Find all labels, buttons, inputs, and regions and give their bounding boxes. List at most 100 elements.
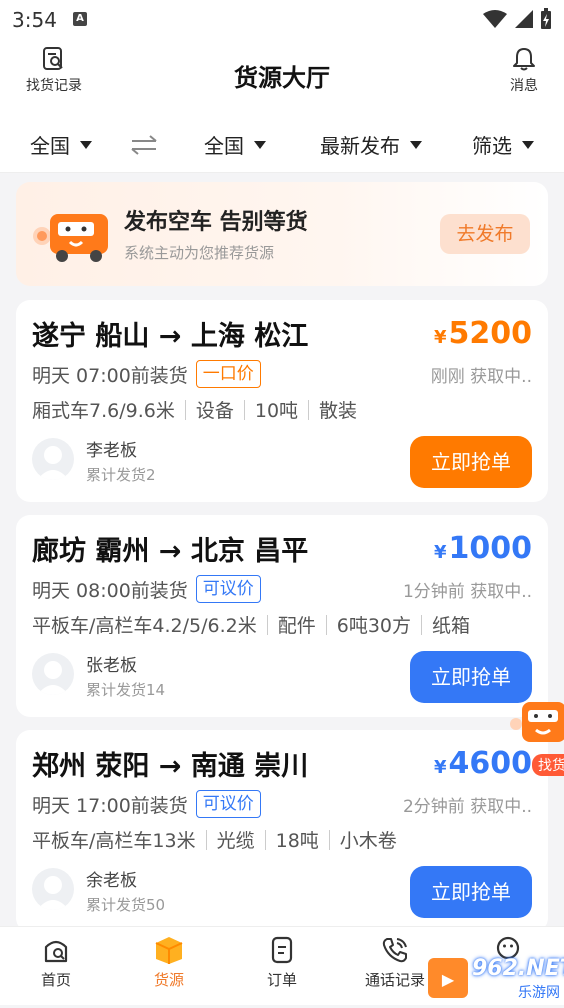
currency-symbol: ¥ bbox=[433, 327, 447, 348]
spec-vehicle: 厢式车7.6/9.6米 bbox=[32, 400, 175, 422]
route-text: 郑州 荥阳 → 南通 崇川 bbox=[32, 751, 309, 782]
route-text: 遂宁 船山 → 上海 松江 bbox=[32, 321, 309, 352]
cargo-specs: 平板车/高栏车4.2/5/6.2米 配件 6吨30方 纸箱 bbox=[32, 611, 470, 638]
page-title: 货源大厅 bbox=[234, 64, 330, 92]
truck-mascot-icon bbox=[33, 214, 108, 262]
filter-dropdown[interactable]: 筛选 bbox=[472, 130, 534, 159]
cargo-box-icon bbox=[155, 937, 183, 964]
caret-down-icon bbox=[522, 140, 534, 149]
spec-packing: 散装 bbox=[319, 400, 358, 422]
spec-packing: 纸箱 bbox=[432, 615, 471, 637]
spec-goods: 光缆 bbox=[216, 830, 255, 852]
to-region-label: 全国 bbox=[204, 134, 244, 158]
signal-icon bbox=[515, 10, 533, 28]
price: ¥1000 bbox=[434, 531, 532, 566]
price-value: 5200 bbox=[448, 316, 533, 351]
divider bbox=[266, 615, 268, 635]
tab-orders-label: 订单 bbox=[266, 971, 297, 989]
spec-vehicle: 平板车/高栏车4.2/5/6.2米 bbox=[32, 615, 257, 637]
price-type-tag: 一口价 bbox=[195, 360, 261, 388]
divider bbox=[184, 400, 186, 420]
avatar bbox=[32, 438, 74, 480]
avatar bbox=[32, 653, 74, 695]
cargo-card[interactable]: 郑州 荥阳 → 南通 崇川 ¥4600 明天 17:00前装货 可议价 2分钟前… bbox=[16, 730, 548, 932]
swap-icon[interactable] bbox=[130, 134, 158, 156]
divider bbox=[328, 830, 330, 850]
to-region-dropdown[interactable]: 全国 bbox=[204, 130, 266, 159]
divider bbox=[243, 400, 245, 420]
divider bbox=[325, 615, 327, 635]
shipment-count: 累计发货2 bbox=[86, 466, 156, 484]
cargo-card[interactable]: 廊坊 霸州 → 北京 昌平 ¥1000 明天 08:00前装货 可议价 1分钟前… bbox=[16, 515, 548, 717]
spec-vehicle: 平板车/高栏车13米 bbox=[32, 830, 196, 852]
truck-mascot-icon bbox=[510, 702, 564, 742]
currency-symbol: ¥ bbox=[433, 542, 447, 563]
load-time-row: 明天 17:00前装货 可议价 bbox=[32, 790, 261, 818]
load-time-row: 明天 07:00前装货 一口价 bbox=[32, 360, 261, 388]
cargo-card[interactable]: 遂宁 船山 → 上海 松江 ¥5200 明天 07:00前装货 一口价 刚刚 获… bbox=[16, 300, 548, 502]
owner-name: 张老板 bbox=[86, 656, 137, 676]
load-time: 明天 08:00前装货 bbox=[32, 579, 188, 602]
notification-badge: A bbox=[73, 12, 87, 26]
price: ¥5200 bbox=[434, 316, 532, 351]
avatar bbox=[32, 868, 74, 910]
spec-weight: 6吨30方 bbox=[336, 615, 412, 637]
spec-weight: 18吨 bbox=[275, 830, 319, 852]
spec-weight: 10吨 bbox=[254, 400, 299, 422]
grab-order-button[interactable]: 立即抢单 bbox=[410, 436, 532, 488]
load-time-row: 明天 08:00前装货 可议价 bbox=[32, 575, 261, 603]
shipment-count: 累计发货50 bbox=[86, 896, 166, 914]
find-cargo-float-button[interactable]: 找货 bbox=[508, 698, 564, 778]
sort-label: 最新发布 bbox=[320, 134, 400, 158]
find-cargo-label: 找货 bbox=[532, 754, 564, 776]
status-bar: 3:54 A bbox=[0, 0, 564, 38]
tab-home-label: 首页 bbox=[40, 971, 71, 989]
load-time: 明天 17:00前装货 bbox=[32, 794, 188, 817]
bell-icon bbox=[513, 48, 535, 71]
system-icons bbox=[482, 8, 552, 30]
divider bbox=[308, 400, 310, 420]
caret-down-icon bbox=[80, 140, 92, 149]
posted-time: 1分钟前 获取中.. bbox=[402, 582, 532, 602]
publish-button[interactable]: 去发布 bbox=[440, 214, 530, 254]
owner-name: 李老板 bbox=[86, 441, 137, 461]
shipment-count: 累计发货14 bbox=[86, 681, 166, 699]
messages-label: 消息 bbox=[510, 78, 538, 94]
caret-down-icon bbox=[410, 140, 422, 149]
wifi-icon bbox=[483, 10, 507, 28]
spec-goods: 配件 bbox=[277, 615, 316, 637]
status-time: 3:54 bbox=[12, 8, 57, 32]
watermark-text: 962.NET bbox=[472, 956, 564, 981]
tab-orders[interactable]: 订单 bbox=[227, 935, 337, 990]
spec-packing: 小木卷 bbox=[339, 830, 397, 852]
divider bbox=[421, 615, 423, 635]
watermark-logo: ▶ 962.NET 乐游网 bbox=[428, 950, 564, 1004]
publish-banner[interactable]: 发布空车 告别等货 系统主动为您推荐货源 去发布 bbox=[16, 182, 548, 286]
posted-time: 2分钟前 获取中.. bbox=[402, 797, 532, 817]
route-text: 廊坊 霸州 → 北京 昌平 bbox=[32, 536, 309, 567]
orders-icon bbox=[271, 936, 293, 964]
from-region-dropdown[interactable]: 全国 bbox=[30, 130, 92, 159]
tab-home[interactable]: 首页 bbox=[1, 935, 111, 990]
messages-button[interactable]: 消息 bbox=[510, 46, 538, 95]
watermark-subtext: 乐游网 bbox=[518, 985, 560, 1001]
from-region-label: 全国 bbox=[30, 134, 70, 158]
app-header: 找货记录 货源大厅 消息 bbox=[0, 38, 564, 118]
posted-time: 刚刚 获取中.. bbox=[430, 367, 532, 387]
cargo-specs: 厢式车7.6/9.6米 设备 10吨 散装 bbox=[32, 396, 357, 423]
home-icon bbox=[44, 940, 68, 963]
caret-down-icon bbox=[254, 140, 266, 149]
cargo-specs: 平板车/高栏车13米 光缆 18吨 小木卷 bbox=[32, 826, 397, 853]
tab-cargo[interactable]: 货源 bbox=[114, 935, 224, 990]
divider bbox=[205, 830, 207, 850]
tab-call-records-label: 通话记录 bbox=[364, 971, 425, 989]
price-value: 1000 bbox=[448, 531, 533, 566]
sort-dropdown[interactable]: 最新发布 bbox=[320, 130, 422, 159]
divider bbox=[264, 830, 266, 850]
grab-order-button[interactable]: 立即抢单 bbox=[410, 651, 532, 703]
battery-icon bbox=[541, 8, 551, 29]
phone-icon bbox=[382, 938, 407, 963]
grab-order-button[interactable]: 立即抢单 bbox=[410, 866, 532, 918]
filter-label: 筛选 bbox=[472, 134, 512, 158]
price-type-tag: 可议价 bbox=[195, 575, 261, 603]
